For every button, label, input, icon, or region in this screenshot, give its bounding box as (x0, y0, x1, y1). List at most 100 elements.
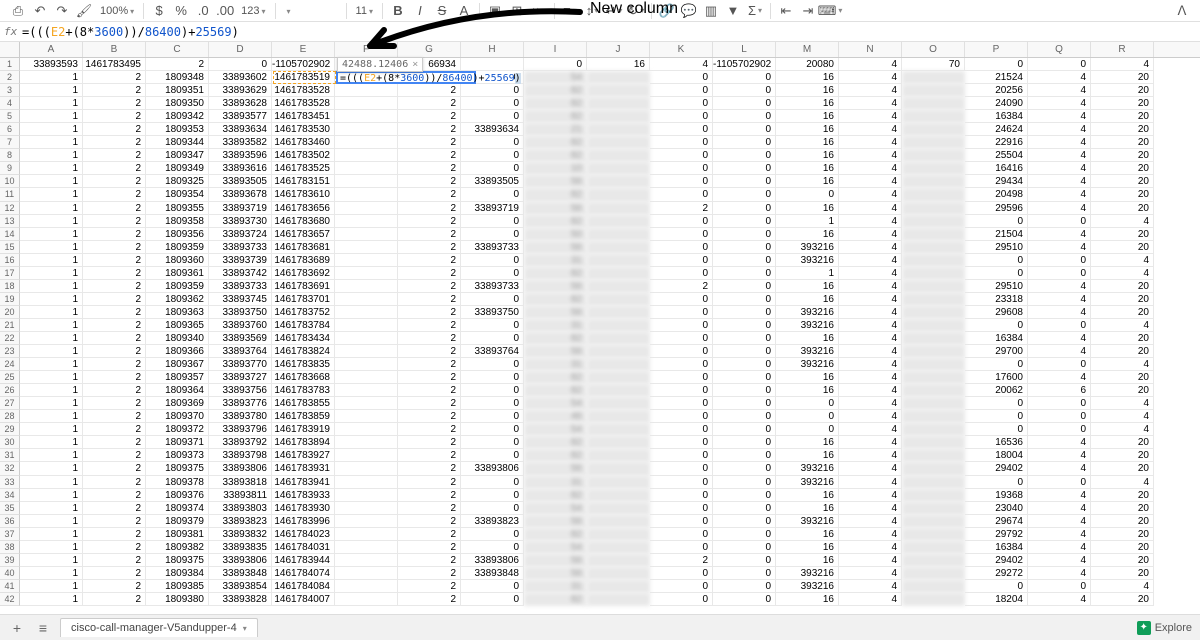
cell[interactable] (587, 280, 650, 293)
col-header-Q[interactable]: Q (1028, 42, 1091, 57)
col-header-K[interactable]: K (650, 42, 713, 57)
cell[interactable] (902, 593, 965, 606)
cell[interactable]: 1 (20, 280, 83, 293)
cell[interactable]: 0 (650, 254, 713, 267)
cell[interactable]: 1 (20, 162, 83, 175)
cell[interactable]: 0 (713, 436, 776, 449)
cell[interactable] (587, 149, 650, 162)
cell[interactable]: 20 (1091, 436, 1154, 449)
cell[interactable]: 56 (524, 202, 587, 215)
cell[interactable]: 4 (839, 449, 902, 462)
cell[interactable]: 82 (524, 384, 587, 397)
row-header[interactable]: 9 (0, 162, 20, 175)
cell[interactable]: 20 (1091, 162, 1154, 175)
cell[interactable]: 0 (713, 241, 776, 254)
cell[interactable]: 4 (839, 371, 902, 384)
cell[interactable]: 4 (839, 202, 902, 215)
cell[interactable]: 0 (461, 384, 524, 397)
cell[interactable]: 2 (650, 202, 713, 215)
cell[interactable]: 33893828 (209, 593, 272, 606)
cell[interactable]: 0 (965, 397, 1028, 410)
cell[interactable]: 1 (20, 502, 83, 515)
cell[interactable]: 33893770 (209, 358, 272, 371)
cell[interactable] (587, 215, 650, 228)
cell[interactable]: 1 (20, 567, 83, 580)
cell[interactable]: 0 (650, 580, 713, 593)
cell[interactable]: 4 (1028, 449, 1091, 462)
cell[interactable] (335, 502, 398, 515)
cell[interactable]: 33893634 (461, 123, 524, 136)
cell[interactable]: 4 (1028, 84, 1091, 97)
explore-button[interactable]: ✦ Explore (1137, 621, 1192, 635)
cell[interactable]: 1461783681 (272, 241, 335, 254)
cell[interactable]: 1461783944 (272, 554, 335, 567)
cell[interactable] (335, 293, 398, 306)
cell[interactable]: 1809353 (146, 123, 209, 136)
cell[interactable]: 82 (524, 267, 587, 280)
cell[interactable] (335, 97, 398, 110)
cell[interactable]: 1461783151 (272, 175, 335, 188)
row-header[interactable]: 31 (0, 449, 20, 462)
indent-increase-icon[interactable]: ⇥ (798, 2, 818, 20)
cell[interactable]: 4 (1091, 267, 1154, 280)
cell[interactable]: 0 (713, 215, 776, 228)
cell[interactable]: 18204 (965, 593, 1028, 606)
cell[interactable] (335, 449, 398, 462)
cell[interactable]: 4 (839, 345, 902, 358)
cell[interactable]: 393216 (776, 580, 839, 593)
cell[interactable]: 0 (461, 502, 524, 515)
cell[interactable]: 1 (20, 123, 83, 136)
cell[interactable]: 0 (461, 188, 524, 201)
col-header-I[interactable]: I (524, 42, 587, 57)
cell[interactable]: 16 (776, 554, 839, 567)
format-menu[interactable]: 123 (237, 5, 269, 17)
cell[interactable] (335, 332, 398, 345)
cell[interactable] (902, 515, 965, 528)
col-header-H[interactable]: H (461, 42, 524, 57)
cell[interactable]: 1 (20, 436, 83, 449)
cell[interactable]: 50 (524, 228, 587, 241)
cell[interactable] (335, 410, 398, 423)
cell[interactable] (587, 449, 650, 462)
cell[interactable]: 33893593 (20, 58, 83, 71)
cell[interactable]: 2 (398, 476, 461, 489)
cell[interactable]: 82 (524, 528, 587, 541)
cell[interactable] (335, 554, 398, 567)
cell[interactable]: 2 (398, 254, 461, 267)
cell[interactable]: 2 (83, 241, 146, 254)
cell[interactable]: 4 (1091, 215, 1154, 228)
cell[interactable]: 2 (398, 554, 461, 567)
row-header[interactable]: 36 (0, 515, 20, 528)
cell[interactable] (335, 188, 398, 201)
cell[interactable]: 0 (461, 397, 524, 410)
cell[interactable]: 4 (1028, 528, 1091, 541)
cell[interactable] (587, 162, 650, 175)
cell[interactable]: 33893806 (461, 554, 524, 567)
cell[interactable] (335, 567, 398, 580)
cell[interactable]: 0 (1028, 58, 1091, 71)
cell[interactable]: 4 (839, 515, 902, 528)
cell[interactable]: 1 (20, 554, 83, 567)
cell[interactable]: 82 (524, 593, 587, 606)
cell[interactable]: 0 (713, 319, 776, 332)
cell[interactable]: 0 (461, 489, 524, 502)
cell[interactable]: 33893616 (209, 162, 272, 175)
cell[interactable]: 0 (650, 358, 713, 371)
spreadsheet-grid[interactable]: ABCDEFGHIJKLMNOPQR 133893593146178349520… (0, 42, 1200, 606)
cell[interactable] (335, 123, 398, 136)
cell[interactable]: 20 (1091, 462, 1154, 475)
cell[interactable]: 4 (839, 84, 902, 97)
cell[interactable]: 1 (20, 515, 83, 528)
cell[interactable]: 0 (1028, 423, 1091, 436)
cell[interactable]: 0 (965, 476, 1028, 489)
cell[interactable]: 0 (965, 319, 1028, 332)
cell[interactable]: 4 (1028, 541, 1091, 554)
cell[interactable]: 1809378 (146, 476, 209, 489)
cell[interactable]: 2 (83, 319, 146, 332)
cell[interactable]: 33893832 (209, 528, 272, 541)
cell[interactable]: 0 (650, 110, 713, 123)
cell[interactable]: 54 (524, 541, 587, 554)
row-header[interactable]: 22 (0, 332, 20, 345)
cell[interactable] (587, 580, 650, 593)
cell[interactable] (902, 254, 965, 267)
